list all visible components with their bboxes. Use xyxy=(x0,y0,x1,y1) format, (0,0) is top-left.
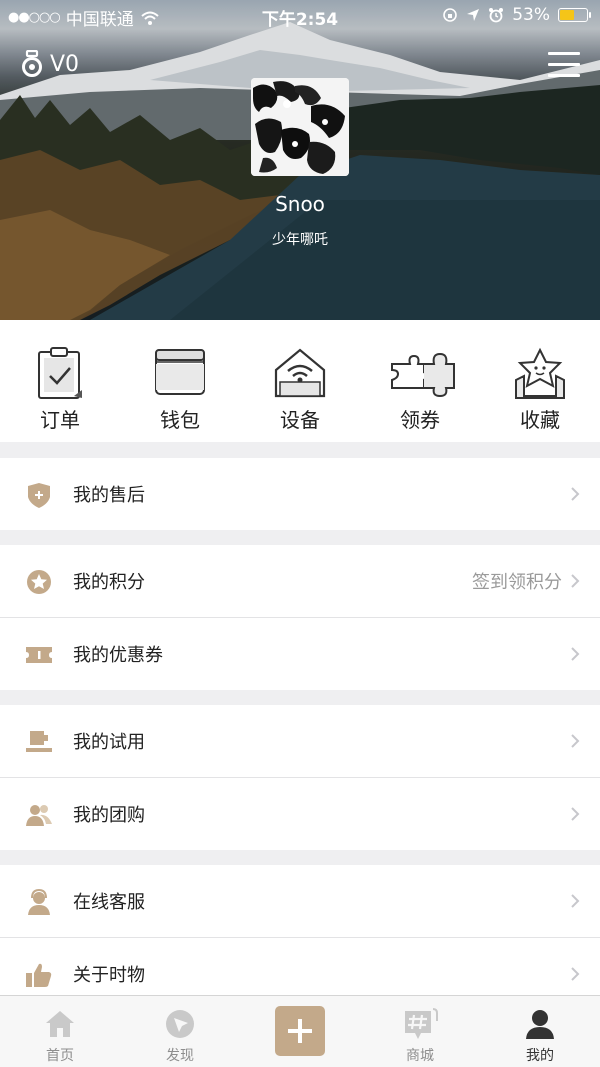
menu-icon[interactable] xyxy=(548,52,580,78)
home-icon xyxy=(46,1011,74,1037)
chevron-right-icon xyxy=(571,967,580,981)
menu-trial[interactable]: 我的试用 xyxy=(0,705,600,777)
menu-label: 我的优惠券 xyxy=(73,645,163,666)
menu-label: 我的售后 xyxy=(73,485,145,506)
quick-action-wallet[interactable]: 钱包 xyxy=(120,320,240,442)
shield-plus-icon xyxy=(28,483,50,508)
order-clipboard-icon xyxy=(38,347,82,399)
group-users-icon xyxy=(26,805,52,826)
menu-label: 关于时物 xyxy=(73,965,145,986)
tab-shop[interactable]: 商城 xyxy=(360,996,480,1067)
star-circle-icon xyxy=(27,570,51,594)
member-level-label: V0 xyxy=(50,51,80,77)
add-post-button[interactable] xyxy=(275,1006,325,1056)
chevron-right-icon xyxy=(571,647,580,661)
menu-group-buy[interactable]: 我的团购 xyxy=(0,778,600,850)
user-signature: 少年哪吒 xyxy=(272,232,328,248)
avatar-image xyxy=(251,78,349,176)
status-bar: ●●○○○ 中国联通 下午2:54 53% xyxy=(0,0,600,32)
quick-action-favorites[interactable]: 收藏 xyxy=(480,320,600,442)
rotation-lock-icon xyxy=(443,8,458,22)
battery-percent: 53% xyxy=(512,5,550,25)
menu-label: 在线客服 xyxy=(73,892,145,913)
discover-icon xyxy=(166,1010,194,1038)
member-level[interactable]: V0 xyxy=(20,50,79,78)
quick-action-label: 收藏 xyxy=(520,408,560,432)
tab-discover[interactable]: 发现 xyxy=(120,996,240,1067)
quick-action-label: 领券 xyxy=(400,408,440,432)
menu-label: 我的积分 xyxy=(73,572,145,593)
menu-label: 我的试用 xyxy=(73,732,145,753)
quick-action-orders[interactable]: 订单 xyxy=(0,320,120,442)
battery-level xyxy=(560,10,574,20)
menu-after-sales[interactable]: 我的售后 xyxy=(0,458,600,530)
tab-label: 我的 xyxy=(526,1048,554,1064)
status-right: 53% xyxy=(442,5,591,25)
device-wifi-icon xyxy=(274,348,326,398)
thumbs-up-icon xyxy=(26,963,52,987)
quick-action-coupons[interactable]: 领券 xyxy=(360,320,480,442)
wallet-icon xyxy=(155,349,205,395)
chevron-right-icon xyxy=(571,487,580,501)
quick-action-label: 订单 xyxy=(40,408,80,432)
tab-label: 发现 xyxy=(166,1048,194,1064)
tab-home[interactable]: 首页 xyxy=(0,996,120,1067)
chevron-right-icon xyxy=(571,574,580,588)
chevron-right-icon xyxy=(571,734,580,748)
user-name: Snoo xyxy=(275,192,325,216)
menu-online-service[interactable]: 在线客服 xyxy=(0,865,600,937)
menu-label: 我的团购 xyxy=(73,805,145,826)
star-box-icon xyxy=(515,347,565,399)
tab-profile[interactable]: 我的 xyxy=(480,996,600,1067)
chevron-right-icon xyxy=(571,894,580,908)
puzzle-coupon-icon xyxy=(391,352,455,398)
shop-hash-icon xyxy=(405,1008,438,1039)
location-arrow-icon xyxy=(467,9,480,21)
avatar[interactable] xyxy=(251,78,349,176)
battery-icon xyxy=(558,8,591,22)
menu-coupons[interactable]: 我的优惠券 xyxy=(0,618,600,690)
quick-action-devices[interactable]: 设备 xyxy=(240,320,360,442)
quick-action-label: 钱包 xyxy=(160,408,200,432)
ticket-icon xyxy=(26,647,52,663)
tab-bar: 首页 发现 商城 我的 xyxy=(0,995,600,1067)
support-agent-icon xyxy=(28,889,50,915)
checkin-points-hint: 签到领积分 xyxy=(472,572,562,593)
chevron-right-icon xyxy=(571,807,580,821)
profile-icon xyxy=(526,1010,554,1039)
quick-action-label: 设备 xyxy=(280,408,320,432)
quick-actions: 订单 钱包 设备 领券 收藏 xyxy=(0,320,600,442)
medal-icon xyxy=(22,50,42,77)
trial-product-icon xyxy=(26,731,52,752)
alarm-clock-icon xyxy=(489,8,504,23)
profile-header: ●●○○○ 中国联通 下午2:54 53% V0 Snoo 少年哪吒 xyxy=(0,0,600,320)
tab-label: 商城 xyxy=(406,1048,434,1064)
tab-label: 首页 xyxy=(46,1048,74,1064)
menu-points[interactable]: 我的积分 签到领积分 xyxy=(0,545,600,617)
